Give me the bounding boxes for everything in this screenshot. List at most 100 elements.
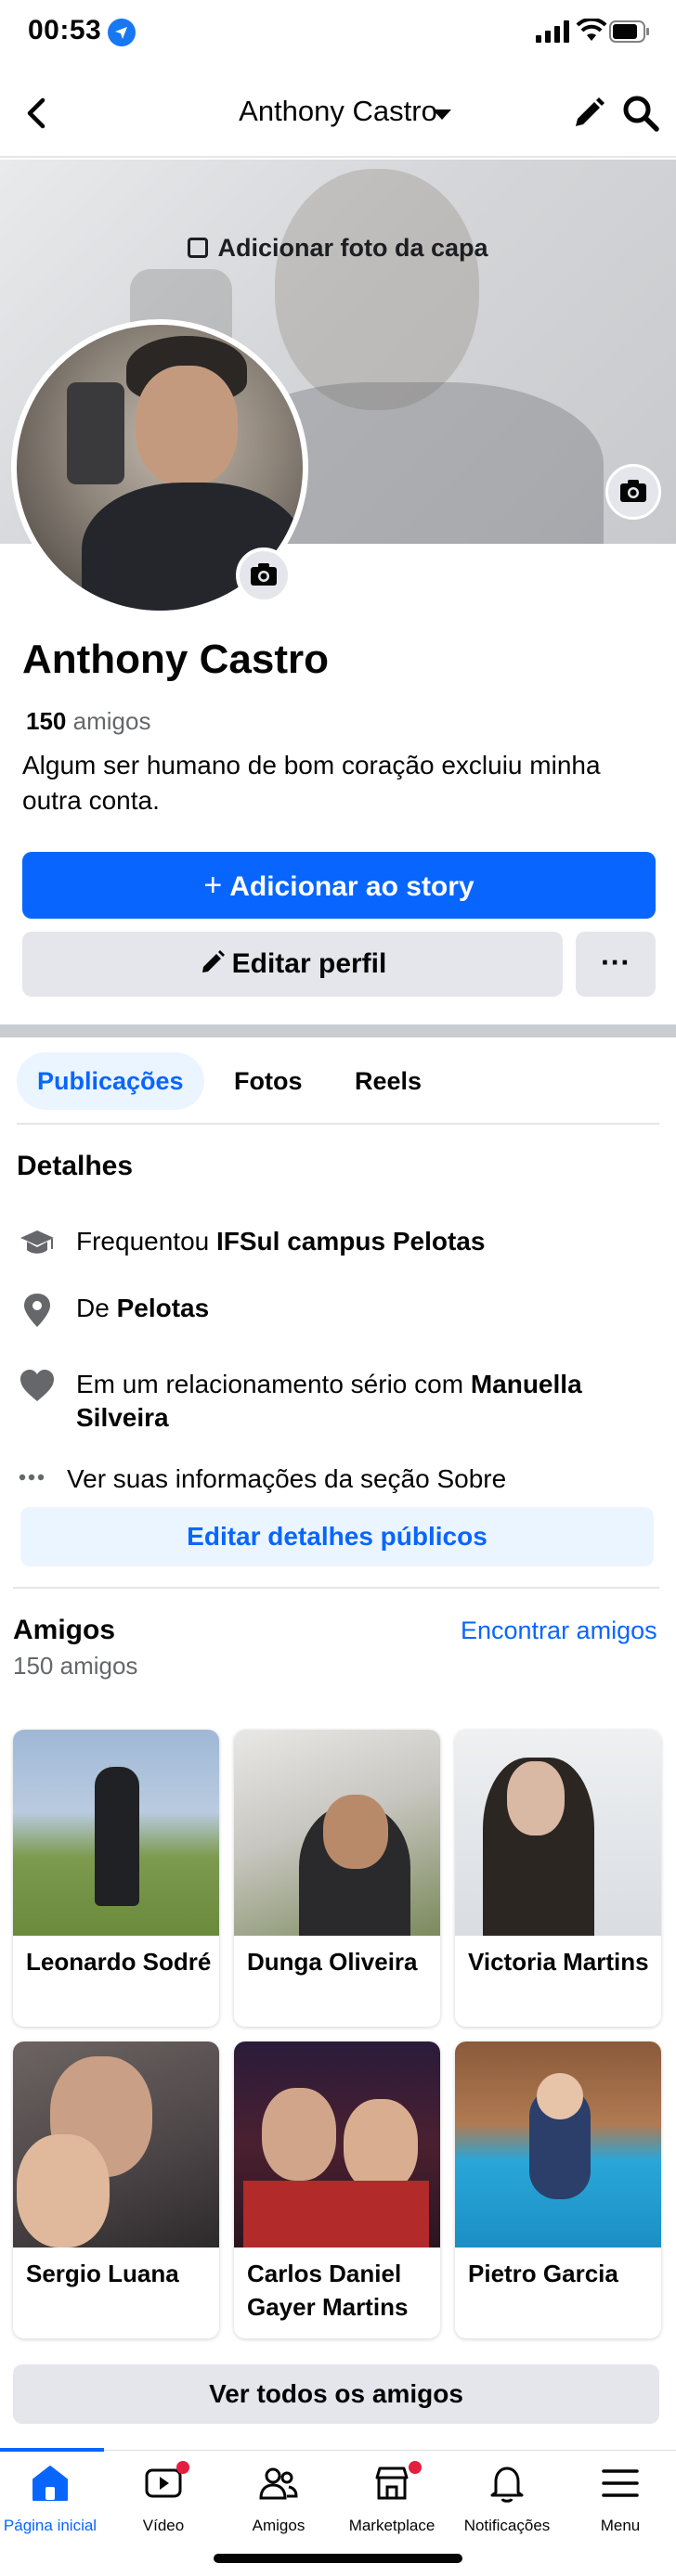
friend-name: Carlos Daniel Gayer Martins [247,2260,409,2321]
profile-header: Anthony Castro [0,67,676,158]
friend-photo [234,1730,440,1936]
nav-label: Vídeo [142,2517,185,2534]
camera-icon [251,563,277,586]
chevron-down-icon[interactable] [433,109,451,120]
friend-photo-face [17,2134,110,2248]
nav-friends[interactable]: Amigos [221,2463,336,2552]
nav-label: Menu [600,2517,641,2534]
friends-count-number: 150 [26,707,67,735]
tabs-divider [17,1123,659,1125]
education-place: IFSul campus Pelotas [216,1227,486,1256]
see-all-friends-button[interactable]: Ver todos os amigos [13,2364,659,2424]
friends-heading: Amigos [13,1615,116,1645]
nav-marketplace[interactable]: Marketplace [334,2461,449,2552]
profile-bio: Algum ser humano de bom coração excluiu … [22,751,601,815]
marketplace-icon [375,2467,409,2500]
camera-icon [620,480,646,502]
cellular-signal-icon [536,20,569,43]
pencil-icon [202,950,225,972]
home-indicator [214,2554,462,2563]
tab-posts[interactable]: Publicações [17,1052,204,1110]
friend-name: Victoria Martins [468,1948,649,1976]
hometown-place: Pelotas [116,1294,210,1322]
friend-photo [455,2041,661,2248]
bell-icon [490,2467,524,2503]
friend-card[interactable]: Carlos Daniel Gayer Martins [234,2041,440,2338]
nav-menu[interactable]: Menu [563,2463,676,2552]
wifi-icon [576,19,607,41]
friend-name: Pietro Garcia [468,2260,618,2287]
tab-reels[interactable]: Reels [334,1052,442,1110]
friend-card[interactable]: Dunga Oliveira [234,1730,440,2027]
friends-count[interactable]: 150 amigos [26,707,150,736]
edit-public-details-button[interactable]: Editar detalhes públicos [20,1507,654,1566]
graduation-cap-icon [20,1230,54,1254]
friend-photo-clothes [243,2181,429,2248]
details-divider [13,1587,659,1589]
friend-photo [455,1730,661,1936]
education-prefix: Frequentou [76,1227,216,1256]
nav-video[interactable]: Vídeo [106,2461,221,2552]
friend-card[interactable]: Pietro Garcia [455,2041,661,2338]
avatar-phone [67,382,124,484]
cover-figure-head [275,169,479,410]
friend-photo-person [95,1767,139,1906]
details-heading: Detalhes [17,1151,134,1181]
add-cover-photo-button[interactable]: Adicionar foto da capa [0,234,676,263]
find-friends-link[interactable]: Encontrar amigos [461,1616,657,1645]
friend-photo [234,2041,440,2248]
notification-badge [176,2461,189,2474]
relationship-prefix: Em um relacionamento sério com [76,1370,471,1398]
pencil-icon[interactable] [568,93,609,134]
friends-icon [259,2467,298,2500]
friend-photo-face [537,2073,583,2119]
add-to-story-button[interactable]: + Adicionar ao story [22,852,656,919]
status-bar: 00:53 [0,0,676,67]
heart-icon [20,1370,54,1401]
menu-icon [602,2469,639,2497]
about-link-label: Ver suas informações da seção Sobre [67,1464,507,1493]
friend-card[interactable]: Victoria Martins [455,1730,661,2027]
avatar-face [136,366,238,486]
more-options-button[interactable]: ··· [576,932,656,997]
nav-active-indicator [0,2448,104,2452]
profile-name: Anthony Castro [22,637,329,682]
avatar-camera-button[interactable] [236,547,292,603]
location-arrow-icon [108,19,136,46]
nav-label: Página inicial [3,2517,98,2534]
friend-name: Dunga Oliveira [247,1948,418,1976]
hometown-prefix: De [76,1294,117,1322]
cover-camera-button[interactable] [605,464,661,520]
friend-card[interactable]: Sergio Luana [13,2041,219,2338]
friend-photo [13,2041,219,2248]
search-icon[interactable] [620,93,661,134]
plus-icon: + [203,868,223,903]
nav-label: Notificações [463,2517,551,2534]
home-icon [32,2466,68,2501]
nav-home[interactable]: Página inicial [0,2463,108,2552]
edit-profile-label: Editar perfil [231,948,387,979]
section-divider [0,1024,676,1037]
nav-notifications[interactable]: Notificações [449,2463,565,2552]
friend-photo [13,1730,219,1936]
friends-count-word: amigos [72,707,151,735]
battery-icon [609,20,649,43]
add-cover-label: Adicionar foto da capa [217,234,488,262]
tab-photos[interactable]: Fotos [214,1052,323,1110]
friend-photo-face [507,1761,565,1835]
friend-photo-face [262,2088,336,2181]
nav-label: Marketplace [348,2517,436,2534]
friend-name: Leonardo Sodré [26,1948,212,1976]
add-photo-icon [188,238,209,258]
friend-photo-face [323,1795,388,1869]
status-time: 00:53 [28,15,102,45]
add-story-label: Adicionar ao story [229,871,474,902]
more-dots-icon [19,1474,45,1481]
notification-badge [409,2461,422,2474]
friends-subcount: 150 amigos [13,1652,138,1680]
nav-label: Amigos [252,2517,306,2534]
friend-photo-face [344,2099,418,2192]
edit-profile-button[interactable]: Editar perfil [22,932,563,997]
friend-card[interactable]: Leonardo Sodré [13,1730,219,2027]
more-dots-icon: ··· [601,946,630,979]
